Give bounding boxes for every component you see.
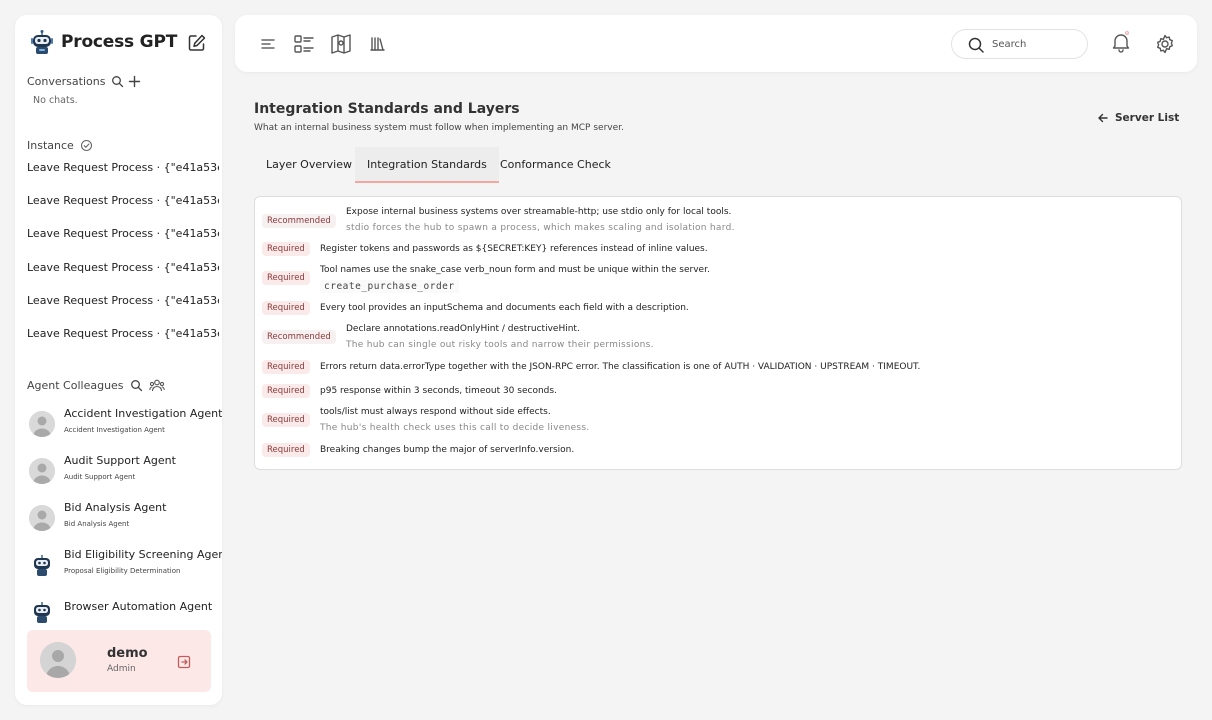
level-badge: Recommended [262, 330, 336, 344]
search-icon [967, 36, 985, 54]
page-subtitle: What an internal business system must fo… [254, 123, 624, 133]
menu-lines-icon[interactable] [257, 33, 279, 55]
search-icon[interactable] [111, 75, 124, 88]
agent-colleagues-header: Agent Colleagues [27, 379, 165, 392]
list-layout-icon[interactable] [293, 33, 315, 55]
level-badge: Required [262, 413, 310, 427]
level-badge: Required [262, 360, 310, 374]
rule-text: Expose internal business systems over st… [346, 207, 732, 217]
add-icon[interactable] [128, 75, 141, 88]
top-bar [235, 15, 1197, 72]
agent-name: Accident Investigation Agent [64, 407, 222, 420]
rule-text: tools/list must always respond without s… [320, 407, 551, 417]
agent-item-audit-support[interactable]: Audit Support Agent Audit Support Agent [29, 454, 219, 494]
agent-item-bid-eligibility-screening[interactable]: Bid Eligibility Screening Agent Proposal… [29, 548, 222, 588]
instance-item[interactable]: Leave Request Process · {"e41a53e0" [27, 194, 219, 207]
rule-text: p95 response within 3 seconds, timeout 3… [320, 386, 557, 396]
logout-icon[interactable] [177, 654, 191, 669]
rule-note: The hub's health check uses this call to… [320, 423, 590, 433]
user-name: demo [107, 646, 148, 661]
library-icon[interactable] [367, 33, 389, 55]
level-badge: Recommended [262, 214, 336, 228]
no-chats-text: No chats. [33, 95, 78, 106]
brand[interactable]: Process GPT [29, 29, 177, 55]
rules-list: Recommended Expose internal business sys… [254, 196, 1182, 470]
instance-label: Instance [27, 139, 74, 152]
rule-code: create_purchase_order [320, 280, 459, 293]
server-list-button[interactable]: Server List [1097, 112, 1179, 124]
page-title: Integration Standards and Layers [254, 101, 520, 117]
conversations-header: Conversations [27, 75, 141, 88]
robot-avatar-icon [29, 599, 55, 625]
rule-text: Register tokens and passwords as ${SECRE… [320, 244, 708, 254]
instance-item[interactable]: Leave Request Process · {"e41a53e0" [27, 227, 219, 240]
agent-description: Audit Support Agent [64, 473, 136, 481]
agent-description: Bid Analysis Agent [64, 520, 130, 528]
rule-text: Declare annotations.readOnlyHint / destr… [346, 324, 580, 334]
agent-item-browser-automation[interactable]: Browser Automation Agent [29, 595, 219, 635]
conversations-label: Conversations [27, 75, 106, 88]
user-profile[interactable]: demo Admin [27, 630, 211, 692]
avatar [29, 411, 55, 437]
agent-item-accident-investigation[interactable]: Accident Investigation Agent Accident In… [29, 407, 222, 447]
agent-description: Proposal Eligibility Determination [64, 567, 181, 575]
avatar [29, 458, 55, 484]
instance-item[interactable]: Leave Request Process · {"e41a53e0" [27, 261, 219, 274]
avatar [40, 642, 76, 678]
instance-item[interactable]: Leave Request Process · {"e41a53e0" [27, 161, 219, 174]
tab-integration-standards[interactable]: Integration Standards [355, 147, 499, 183]
people-icon[interactable] [148, 379, 165, 392]
robot-logo-icon [29, 29, 55, 55]
brand-name: Process GPT [61, 32, 178, 52]
agent-description: Accident Investigation Agent [64, 426, 165, 434]
robot-avatar-icon [29, 552, 55, 578]
avatar [29, 505, 55, 531]
rule-text: Tool names use the snake_case verb_noun … [320, 265, 710, 275]
agent-item-bid-analysis[interactable]: Bid Analysis Agent Bid Analysis Agent [29, 501, 219, 541]
search-box[interactable] [951, 29, 1088, 59]
rule-text: Errors return data.errorType together wi… [320, 362, 921, 372]
check-circle-icon[interactable] [80, 139, 93, 152]
rule-text: Breaking changes bump the major of serve… [320, 445, 575, 455]
new-chat-edit-icon[interactable] [187, 33, 207, 53]
tab-conformance-check[interactable]: Conformance Check [488, 147, 623, 183]
sidebar: Process GPT Conversations No chats. Inst… [15, 15, 222, 705]
instance-item[interactable]: Leave Request Process · {"e41a53e0" [27, 327, 219, 340]
level-badge: Required [262, 271, 310, 285]
level-badge: Required [262, 242, 310, 256]
agent-name: Browser Automation Agent [64, 600, 213, 613]
search-icon[interactable] [130, 379, 143, 392]
user-role: Admin [107, 664, 136, 674]
agent-name: Bid Analysis Agent [64, 501, 167, 514]
rule-note: The hub can single out risky tools and n… [346, 340, 654, 350]
search-input[interactable] [992, 36, 1080, 52]
level-badge: Required [262, 301, 310, 315]
tab-layer-overview[interactable]: Layer Overview [254, 147, 364, 183]
instance-header: Instance [27, 139, 93, 152]
arrow-left-icon [1097, 112, 1109, 124]
server-list-label: Server List [1115, 112, 1180, 124]
agent-name: Audit Support Agent [64, 454, 176, 467]
rule-note: stdio forces the hub to spawn a process,… [346, 223, 735, 233]
rule-text: Every tool provides an inputSchema and d… [320, 303, 689, 313]
map-icon[interactable] [330, 33, 352, 55]
level-badge: Required [262, 384, 310, 398]
instance-item[interactable]: Leave Request Process · {"e41a53e0" [27, 294, 219, 307]
agent-colleagues-label: Agent Colleagues [27, 379, 124, 392]
gear-icon[interactable] [1154, 33, 1176, 55]
agent-name: Bid Eligibility Screening Agent [64, 548, 222, 561]
level-badge: Required [262, 443, 310, 457]
bell-icon[interactable] [1110, 30, 1132, 53]
